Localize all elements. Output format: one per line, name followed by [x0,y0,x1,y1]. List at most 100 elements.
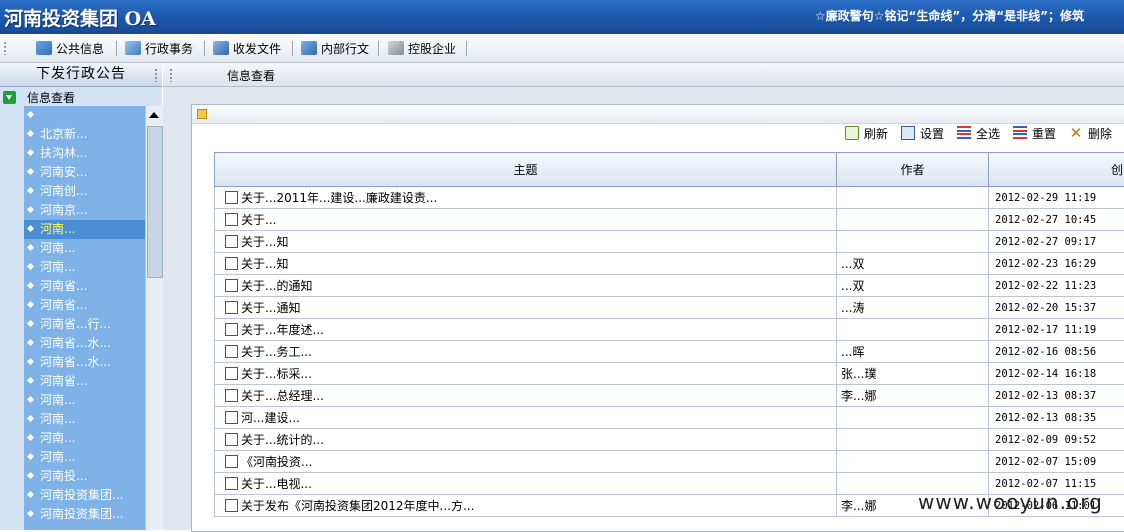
table-row[interactable]: 关于...知...双2012-02-23 16:29 [215,253,1124,275]
toolbar-public-info[interactable]: 公共信息 [36,39,104,57]
delete-button[interactable]: ✕ 删除 [1069,125,1112,142]
column-header-author[interactable]: 作者 [837,153,989,187]
toolbar-label: 收发文件 [233,40,281,57]
tree-item[interactable]: 河南... [24,410,146,429]
toolbar-divider [116,41,117,56]
row-checkbox[interactable] [225,213,238,226]
subject-link[interactable]: 关于...标采... [241,367,312,381]
toolbar-divider [466,41,467,56]
subject-link[interactable]: 关于...务工... [241,345,312,359]
select-all-button[interactable]: 全选 [957,125,1000,142]
row-checkbox[interactable] [225,235,238,248]
tree-item[interactable]: 河南... [24,429,146,448]
row-checkbox[interactable] [225,323,238,336]
subject-link[interactable]: 关于发布《河南投资集团2012年度中...方... [241,499,474,513]
subject-link[interactable]: 关于...2011年...建设...廉政建设责... [241,191,437,205]
subject-link[interactable]: 关于...知 [241,235,288,249]
main-panel-grip[interactable] [169,68,173,82]
toolbar-internal-docs[interactable]: 内部行文 [301,39,369,57]
tree-item[interactable]: 河南安... [24,163,146,182]
tree-item[interactable]: 河南... [24,258,146,277]
table-row[interactable]: 关于...统计的...2012-02-09 09:52 [215,429,1124,451]
scroll-thumb[interactable] [147,126,163,278]
subject-cell: 关于...知 [215,253,837,275]
tree-item-label: 河南... [40,431,75,445]
tree-root-info-view[interactable]: 信息查看 [0,88,162,106]
bullet-diamond-icon [27,149,34,156]
tree-item[interactable]: 河南... [24,220,146,239]
row-checkbox[interactable] [225,389,238,402]
row-checkbox[interactable] [225,433,238,446]
subject-cell: 关于...总经理... [215,385,837,407]
main-toolbar: 公共信息 行政事务 收发文件 内部行文 控股企业 [0,34,1124,63]
table-row[interactable]: 《河南投资...2012-02-07 15:09 [215,451,1124,473]
subject-link[interactable]: 《河南投资... [241,455,312,469]
row-checkbox[interactable] [225,367,238,380]
toolbar-grip[interactable] [3,41,7,55]
toolbar-admin-affairs[interactable]: 行政事务 [125,39,193,57]
tree-item[interactable]: 河南省... [24,296,146,315]
subject-cell: 河...建设... [215,407,837,429]
subject-link[interactable]: 河...建设... [241,411,300,425]
announcement-table: 主题 作者 创 关于...2011年...建设...廉政建设责...2012-0… [214,152,1124,517]
tree-item[interactable]: 河南京... [24,201,146,220]
row-checkbox[interactable] [225,345,238,358]
row-checkbox[interactable] [225,301,238,314]
scroll-up-arrow-icon[interactable] [149,112,159,118]
tree-scrollbar[interactable] [145,106,163,530]
table-row[interactable]: 关于...务工......晖2012-02-16 08:56 [215,341,1124,363]
subject-link[interactable]: 关于...总经理... [241,389,324,403]
tree-item[interactable] [24,106,146,125]
delete-label: 删除 [1088,125,1112,142]
tree-item[interactable]: 河南... [24,448,146,467]
table-row[interactable]: 关于...标采...张...璞2012-02-14 16:18 [215,363,1124,385]
refresh-button[interactable]: 刷新 [845,125,888,142]
column-header-created[interactable]: 创 [989,153,1124,187]
row-checkbox[interactable] [225,191,238,204]
expand-toggle-icon[interactable] [3,91,16,104]
row-checkbox[interactable] [225,411,238,424]
reset-button[interactable]: 重置 [1013,125,1056,142]
main-content: 刷新 设置 全选 重置 ✕ 删除 [163,87,1124,530]
toolbar-subsidiaries[interactable]: 控股企业 [388,39,456,57]
subject-link[interactable]: 关于...统计的... [241,433,324,447]
subject-link[interactable]: 关于...的通知 [241,279,312,293]
row-checkbox[interactable] [225,499,238,512]
tree-item[interactable]: 北京新... [24,125,146,144]
table-row[interactable]: 关于...总经理...李...娜2012-02-13 08:37 [215,385,1124,407]
subject-link[interactable]: 关于...知 [241,257,288,271]
tree-item[interactable]: 河南省...行... [24,315,146,334]
tree-item[interactable]: 河南省...水... [24,353,146,372]
row-checkbox[interactable] [225,455,238,468]
settings-button[interactable]: 设置 [901,125,944,142]
tree-item[interactable]: 河南... [24,239,146,258]
tab-info-view[interactable]: 信息查看 [227,67,275,84]
tree-item[interactable]: 河南省...水... [24,334,146,353]
tree-item[interactable]: 河南投... [24,467,146,486]
subject-link[interactable]: 关于... [241,213,276,227]
tree-item[interactable]: 河南省... [24,372,146,391]
table-row[interactable]: 河...建设...2012-02-13 08:35 [215,407,1124,429]
tree-item-label: 河南创... [40,184,87,198]
subject-link[interactable]: 关于...电视... [241,477,312,491]
table-row[interactable]: 关于...通知...涛2012-02-20 15:37 [215,297,1124,319]
tree-item[interactable]: 河南... [24,391,146,410]
table-row[interactable]: 关于...2012-02-27 10:45 [215,209,1124,231]
tree-item[interactable]: 河南投资集团... [24,505,146,524]
subject-link[interactable]: 关于...年度述... [241,323,324,337]
table-row[interactable]: 关于...2011年...建设...廉政建设责...2012-02-29 11:… [215,187,1124,209]
table-row[interactable]: 关于...的通知...双2012-02-22 11:23 [215,275,1124,297]
panel-grip[interactable] [154,68,158,82]
table-row[interactable]: 关于...年度述...2012-02-17 11:19 [215,319,1124,341]
row-checkbox[interactable] [225,279,238,292]
tree-item[interactable]: 河南省... [24,277,146,296]
table-row[interactable]: 关于...知2012-02-27 09:17 [215,231,1124,253]
row-checkbox[interactable] [225,477,238,490]
tree-item[interactable]: 扶沟林... [24,144,146,163]
toolbar-documents[interactable]: 收发文件 [213,39,281,57]
column-header-subject[interactable]: 主题 [215,153,837,187]
tree-item[interactable]: 河南创... [24,182,146,201]
row-checkbox[interactable] [225,257,238,270]
tree-item[interactable]: 河南投资集团... [24,486,146,505]
subject-link[interactable]: 关于...通知 [241,301,300,315]
